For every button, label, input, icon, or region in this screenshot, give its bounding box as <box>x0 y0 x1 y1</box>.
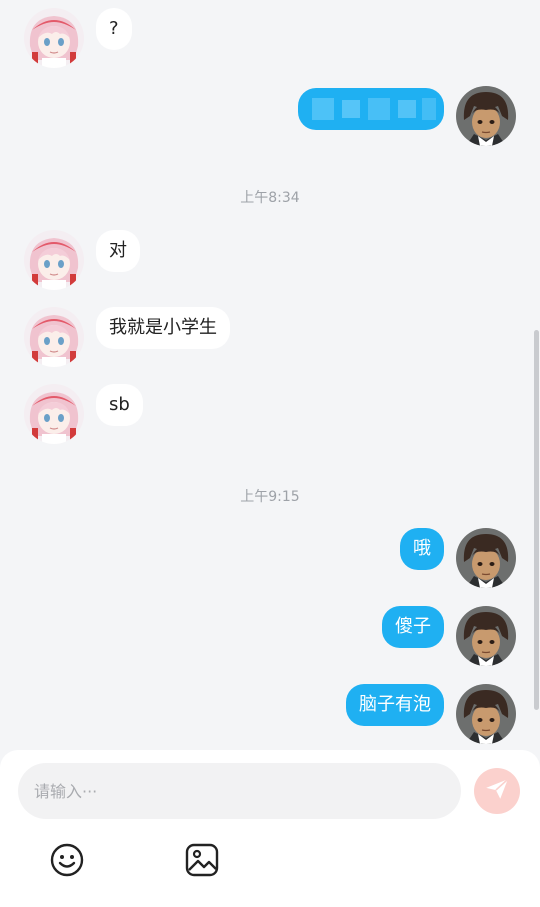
message-row: ? <box>0 6 540 70</box>
contact-avatar[interactable] <box>24 230 84 290</box>
user-avatar[interactable] <box>456 528 516 588</box>
message-row: 我就是小学生 <box>0 305 540 369</box>
composer-panel <box>0 750 540 907</box>
image-button[interactable] <box>184 842 220 878</box>
message-row: 对 <box>0 228 540 292</box>
send-icon <box>484 776 510 806</box>
contact-avatar[interactable] <box>24 8 84 68</box>
incoming-message-bubble[interactable]: 我就是小学生 <box>96 307 230 349</box>
incoming-message-bubble[interactable]: ? <box>96 8 132 50</box>
outgoing-message-bubble[interactable]: 哦 <box>400 528 444 570</box>
image-icon <box>184 843 220 882</box>
message-input[interactable] <box>18 763 461 819</box>
contact-avatar[interactable] <box>24 384 84 444</box>
user-avatar[interactable] <box>456 684 516 744</box>
outgoing-message-bubble-redacted[interactable] <box>298 88 444 130</box>
message-list[interactable]: ? 上午8:34 对 我就是小学生 sb 上午9:15 哦 傻子 脑子有泡 <box>0 0 540 750</box>
message-row <box>0 84 540 148</box>
message-row: 脑子有泡 <box>0 682 540 746</box>
outgoing-message-bubble[interactable]: 傻子 <box>382 606 444 648</box>
emoji-button[interactable] <box>49 842 85 878</box>
user-avatar[interactable] <box>456 606 516 666</box>
scrollbar[interactable] <box>534 330 539 710</box>
contact-avatar[interactable] <box>24 307 84 367</box>
timestamp: 上午9:15 <box>240 489 300 505</box>
timestamp: 上午8:34 <box>240 190 300 206</box>
outgoing-message-bubble[interactable]: 脑子有泡 <box>346 684 444 726</box>
user-avatar[interactable] <box>456 86 516 146</box>
emoji-icon <box>49 843 85 882</box>
send-button[interactable] <box>474 768 520 814</box>
incoming-message-bubble[interactable]: sb <box>96 384 143 426</box>
message-row: 哦 <box>0 526 540 590</box>
message-row: 傻子 <box>0 604 540 668</box>
incoming-message-bubble[interactable]: 对 <box>96 230 140 272</box>
message-row: sb <box>0 382 540 446</box>
